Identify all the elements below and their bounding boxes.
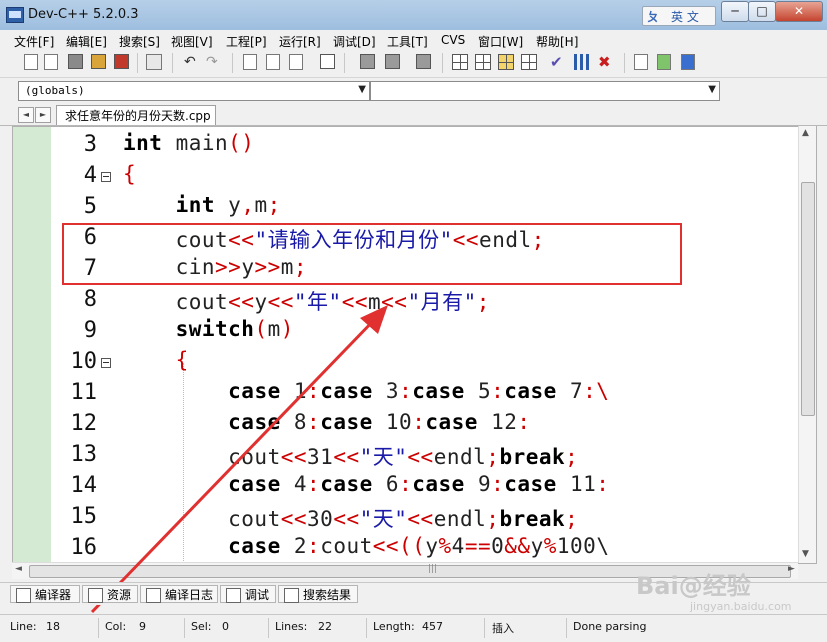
status-length-label: Length: xyxy=(373,620,415,633)
status-divider xyxy=(98,618,99,638)
status-line-label: Line: xyxy=(10,620,37,633)
tab-label: 编译器 xyxy=(35,588,72,602)
tab-compile-log[interactable]: 编译日志 xyxy=(140,585,218,603)
status-col-value: 9 xyxy=(139,620,146,633)
check-icon xyxy=(226,588,241,603)
status-insert-mode: 插入 xyxy=(492,622,514,635)
tab-search-results[interactable]: 搜索结果 xyxy=(278,585,358,603)
status-line-value: 18 xyxy=(46,620,60,633)
status-divider xyxy=(566,618,567,638)
status-col-label: Col: xyxy=(105,620,127,633)
tab-label: 调试 xyxy=(245,588,270,602)
status-divider xyxy=(366,618,367,638)
tab-resources[interactable]: 资源 xyxy=(82,585,138,603)
status-sel-label: Sel: xyxy=(191,620,212,633)
baidu-watermark: Bai@经验 xyxy=(636,572,751,600)
chart-icon xyxy=(146,588,161,603)
annotation-arrow xyxy=(90,305,388,614)
baidu-watermark-url: jingyan.baidu.com xyxy=(690,600,792,613)
status-divider xyxy=(268,618,269,638)
status-divider xyxy=(484,618,485,638)
status-sel-value: 0 xyxy=(222,620,229,633)
status-length-value: 457 xyxy=(422,620,443,633)
resources-icon xyxy=(88,588,103,603)
status-bar: Line: 18 Col: 9 Sel: 0 Lines: 22 Length:… xyxy=(0,614,827,642)
status-divider xyxy=(184,618,185,638)
status-lines-value: 22 xyxy=(318,620,332,633)
search-icon xyxy=(284,588,299,603)
tab-label: 搜索结果 xyxy=(303,588,352,602)
tab-label: 资源 xyxy=(107,588,132,602)
tab-debug[interactable]: 调试 xyxy=(220,585,276,603)
status-lines-label: Lines: xyxy=(275,620,308,633)
tab-compiler[interactable]: 编译器 xyxy=(10,585,80,603)
grid-icon xyxy=(16,588,31,603)
status-message: Done parsing xyxy=(573,620,647,633)
tab-label: 编译日志 xyxy=(165,588,214,602)
